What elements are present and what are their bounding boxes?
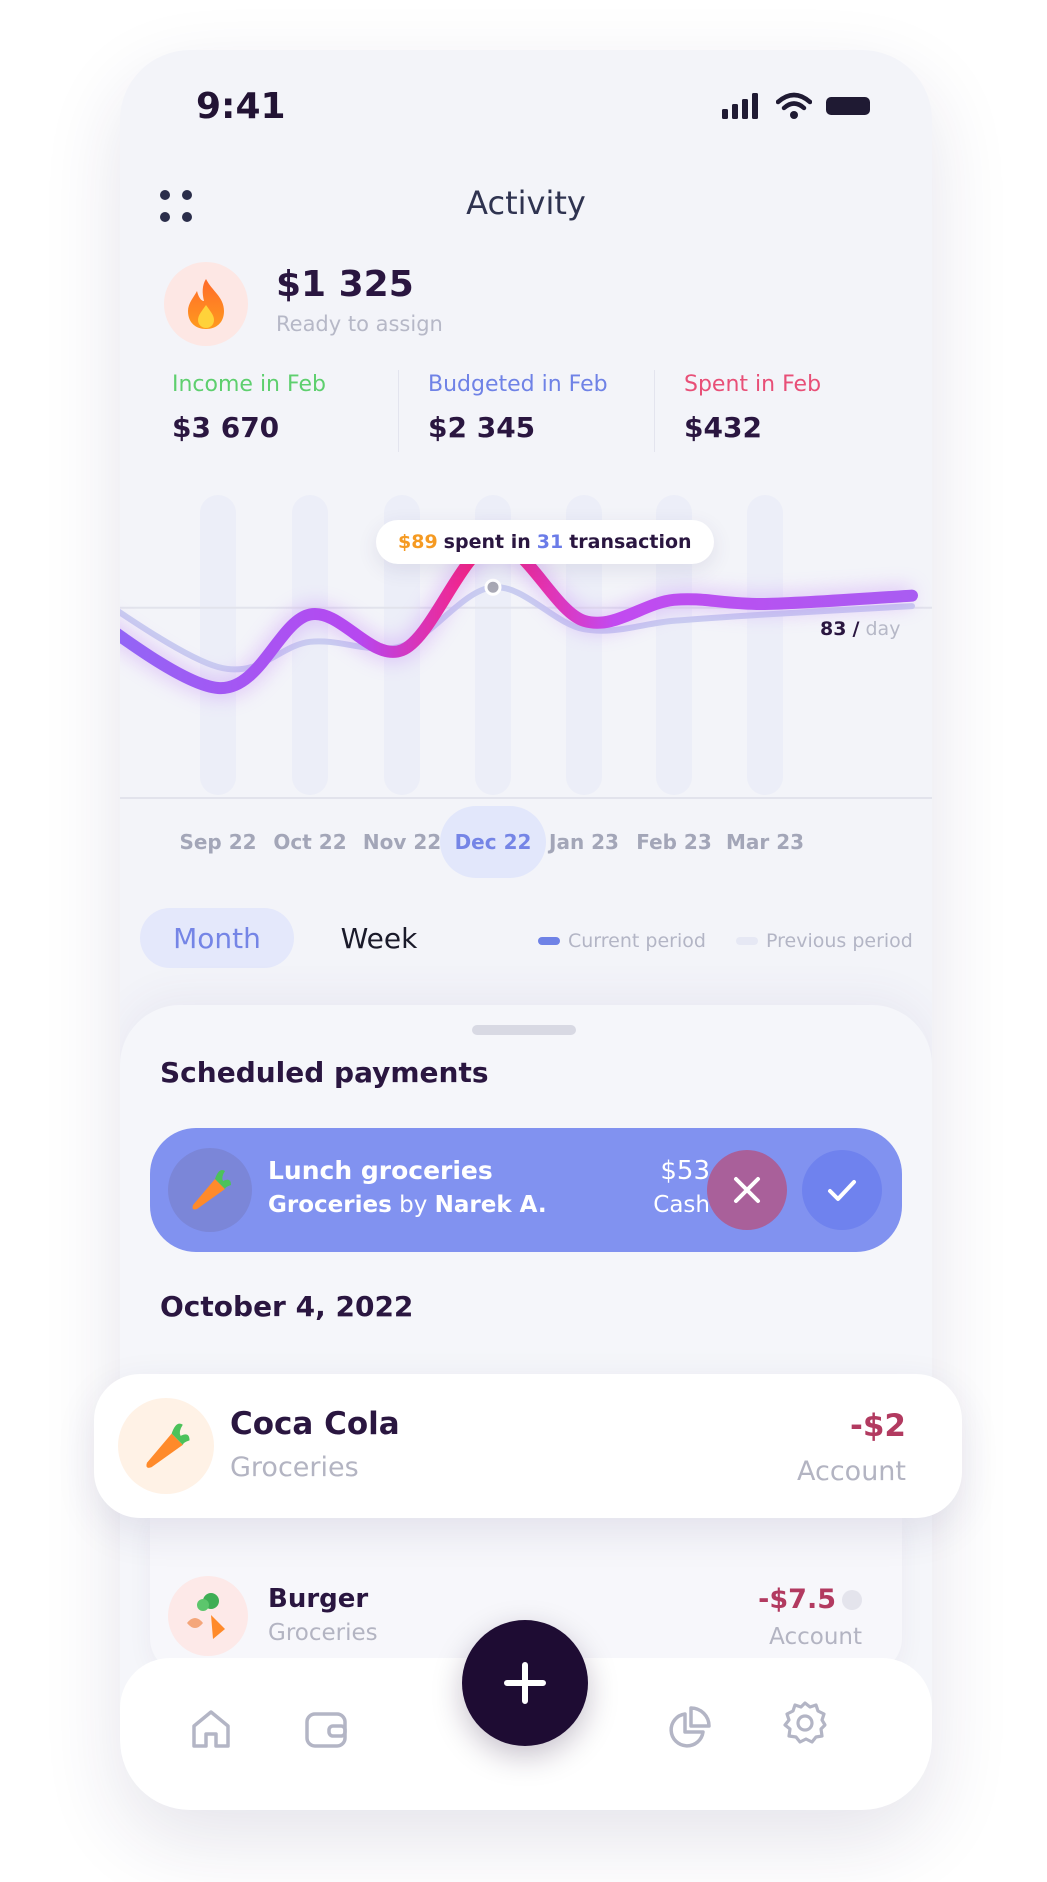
transaction-name: Coca Cola [230,1406,400,1442]
transaction-account: Account [769,1624,862,1650]
signal-icon [722,93,758,119]
stat-income-label: Income in Feb [172,372,326,397]
transaction-row-highlighted[interactable]: Coca Cola Groceries -$2 Account [94,1374,962,1518]
stat-spent-label: Spent in Feb [684,372,822,397]
date-header: October 4, 2022 [160,1290,414,1323]
average-unit: day [865,618,901,640]
balance-amount: $1 325 [276,264,414,305]
status-icons [722,92,872,120]
sheet-drag-handle[interactable] [472,1025,576,1035]
settings-icon[interactable] [780,1698,830,1748]
wifi-icon [776,92,812,119]
carrot-icon [118,1398,214,1494]
home-icon[interactable] [186,1704,236,1754]
tooltip-amount: $89 [398,531,438,553]
pie-chart-icon[interactable] [663,1704,713,1754]
scheduled-subtitle: Groceries by Narek A. [268,1192,547,1218]
scheduled-person: Narek A. [434,1192,547,1218]
legend-previous: Previous period [736,930,913,952]
approve-button[interactable] [802,1150,882,1230]
month-label-mar-23[interactable]: Mar 23 [712,806,818,878]
chart-tooltip: $89 spent in 31 transaction [376,520,714,564]
scheduled-payment-card[interactable]: Lunch groceries Groceries by Narek A. $5… [150,1128,902,1252]
stat-budgeted-value: $2 345 [428,411,536,444]
transaction-account: Account [796,1456,906,1487]
stat-budgeted: Budgeted in Feb $2 345 [428,372,678,444]
period-toggle-week[interactable]: Week [314,908,444,968]
fire-icon [164,262,248,346]
status-time: 9:41 [196,86,286,127]
period-toggle-month[interactable]: Month [140,908,294,968]
stat-spent-value: $432 [684,411,762,444]
stat-income: Income in Feb $3 670 [172,372,422,444]
legend-previous-label: Previous period [766,930,913,952]
scheduled-amount: $53 [660,1156,710,1186]
stat-divider [654,370,655,452]
average-per-day: 83 / day [820,618,900,640]
month-label-sep-22[interactable]: Sep 22 [165,806,271,878]
balance-label: Ready to assign [276,312,443,336]
stat-income-value: $3 670 [172,411,280,444]
check-icon [828,1180,856,1201]
transaction-amount: -$7.5 [758,1584,836,1615]
carrot-icon [168,1148,252,1232]
reject-button[interactable] [707,1150,787,1230]
legend-current: Current period [538,930,706,952]
legend-swatch [736,937,758,945]
transaction-amount: -$2 [849,1408,906,1444]
stat-budgeted-label: Budgeted in Feb [428,372,608,397]
stat-divider [398,370,399,452]
month-axis: Sep 22 Oct 22 Nov 22 Dec 22 Jan 23 Feb 23 Mar … [142,806,912,878]
chart-column [200,495,236,795]
wallet-icon[interactable] [301,1704,351,1754]
add-button[interactable] [462,1620,588,1746]
scheduled-title: Scheduled payments [160,1056,489,1089]
food-icon [168,1576,248,1656]
add-icon [504,1662,546,1704]
legend-current-label: Current period [568,930,706,952]
battery-icon [826,97,870,115]
tooltip-count: 31 [536,531,564,553]
transaction-category: Groceries [268,1620,378,1646]
previous-point-marker [484,578,502,596]
series-previous-line [120,584,915,673]
scheduled-method: Cash [653,1192,710,1218]
account-icon [842,1590,862,1610]
scheduled-by: by [399,1192,428,1218]
month-label-oct-22[interactable]: Oct 22 [257,806,363,878]
tooltip-text: spent in [443,531,531,553]
chart-column [747,495,783,795]
tooltip-text: transaction [569,531,692,553]
scheduled-name: Lunch groceries [268,1156,493,1185]
stat-spent: Spent in Feb $432 [684,372,932,444]
average-value: 83 [820,618,847,640]
scheduled-category: Groceries [268,1192,392,1218]
transaction-name: Burger [268,1584,369,1614]
legend-swatch [538,937,560,945]
transaction-category: Groceries [230,1452,359,1483]
page-title: Activity [466,184,586,222]
close-icon [734,1177,760,1203]
phone-frame: 9:41 Activity $1 325 Ready to assign Inc… [120,50,932,1810]
average-sep: / [852,618,860,640]
